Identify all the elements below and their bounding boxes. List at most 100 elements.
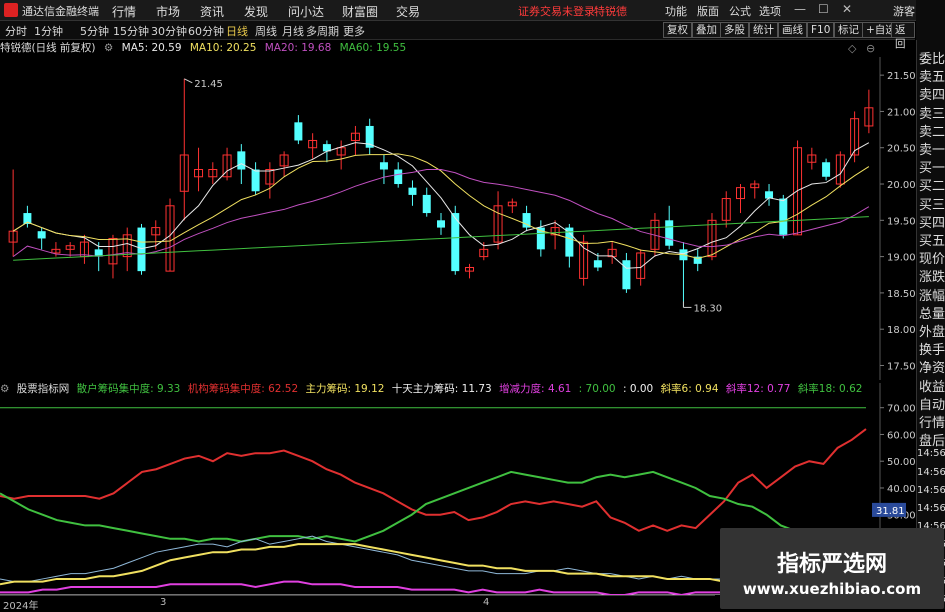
watermark: 指标严选网 www.xuezhibiao.com	[720, 528, 944, 609]
side-panel-item: 卖二	[919, 124, 945, 140]
side-panel-item: 买一	[919, 161, 945, 177]
price-tick-label: 18.50	[887, 289, 915, 300]
side-panel-item: 买四	[919, 215, 945, 231]
side-panel-item: 买二	[919, 179, 945, 195]
side-panel-item: 现价	[919, 252, 945, 268]
side-panel-item: 盘后	[919, 434, 945, 450]
menu-item-quotes[interactable]: 行情	[112, 3, 136, 20]
layout-button[interactable]: 版面	[697, 3, 719, 19]
price-tick-label: 21.50	[887, 71, 915, 82]
tab-monthly[interactable]: 月线	[282, 23, 304, 39]
quote-side-panel[interactable]: 委比 卖五 卖四 卖三 卖二 卖一 买一 买二 买三 买四 买五 现价 涨跌 涨幅 总量 外盘 换手 净资 收益 自动…	[916, 40, 945, 609]
side-panel-item: 行情	[919, 416, 945, 431]
login-status[interactable]: 证券交易未登录	[518, 3, 595, 19]
app-logo-icon	[4, 3, 18, 17]
stats-button[interactable]: 统计	[749, 22, 778, 38]
menu-item-market[interactable]: 市场	[156, 3, 180, 20]
zoom-out-icon[interactable]: ⊖	[866, 42, 875, 55]
menu-item-ask[interactable]: 问小达	[288, 3, 324, 20]
side-panel-item: 卖五	[919, 70, 945, 86]
price-tick-label: 17.50	[887, 361, 915, 372]
menu-item-trade[interactable]: 交易	[396, 3, 420, 20]
indicator-tick-label: 60.00	[887, 430, 915, 441]
candle-down	[408, 187, 417, 195]
tab-daily[interactable]: 日线	[226, 23, 248, 39]
tab-30min[interactable]: 30分钟	[151, 23, 187, 39]
price-tick-label: 20.50	[887, 144, 915, 155]
indicator-tick-label: 50.00	[887, 457, 915, 468]
tab-timeshare[interactable]: 分时	[5, 23, 27, 39]
menu-item-news[interactable]: 资讯	[200, 3, 224, 20]
top-menu-bar: 通达信金融终端 行情 市场 资讯 发现 问小达 财富圈 交易 证券交易未登录 特…	[0, 0, 945, 21]
options-button[interactable]: 选项	[759, 3, 781, 19]
tab-weekly[interactable]: 周线	[255, 23, 277, 39]
price-tick-label: 19.50	[887, 216, 915, 227]
settings-gear-icon[interactable]: ⚙	[104, 42, 113, 54]
indicator-tick-label: 70.00	[887, 404, 915, 415]
candle-down	[37, 231, 46, 239]
tab-15min[interactable]: 15分钟	[113, 23, 149, 39]
side-panel-item: 收益	[919, 379, 945, 395]
formula-button[interactable]: 公式	[729, 3, 751, 19]
price-tick-label: 18.00	[887, 325, 915, 336]
tab-60min[interactable]: 60分钟	[188, 23, 224, 39]
watermark-url: www.xuezhibiao.com	[742, 580, 922, 598]
side-panel-item: 卖四	[919, 88, 945, 104]
candle-down	[622, 260, 631, 290]
candle-down	[665, 220, 674, 246]
x-label-2024: 2024年	[3, 601, 39, 612]
candle-down	[237, 151, 246, 170]
price-tick-label: 20.00	[887, 180, 915, 191]
ma60-label: MA60: 19.55	[339, 42, 407, 54]
ma10-label: MA10: 20.25	[189, 42, 257, 54]
app-title: 通达信金融终端	[22, 5, 99, 18]
mark-button[interactable]: 标记	[834, 22, 863, 38]
side-panel-item: 卖三	[919, 106, 945, 122]
watermark-title: 指标严选网	[776, 552, 887, 577]
candle-down	[294, 122, 303, 141]
price-tick-label: 19.00	[887, 253, 915, 264]
candlestick-chart[interactable]: 21.50 21.00 20.50 20.00 19.50 19.00 18.50 18.00…	[0, 57, 915, 380]
tab-5min[interactable]: 5分钟	[80, 23, 109, 39]
ma5-label: MA5: 20.59	[121, 42, 182, 54]
price-tick-label: 21.00	[887, 107, 915, 118]
close-icon[interactable]: ✕	[842, 2, 852, 16]
diamond-icon[interactable]: ◇	[848, 42, 856, 55]
guest-label[interactable]: 游客	[893, 3, 915, 19]
back-button[interactable]: 返回	[891, 22, 915, 50]
f10-button[interactable]: F10	[807, 22, 835, 38]
side-panel-item: 涨跌	[919, 270, 945, 286]
function-button[interactable]: 功能	[665, 3, 687, 19]
side-panel-item: 自动	[919, 397, 945, 413]
indicator-tick-label: 40.00	[887, 484, 915, 495]
high-annotation: 21.45	[194, 79, 223, 90]
side-panel-item: 买五	[919, 234, 945, 249]
multi-stock-button[interactable]: 多股	[720, 22, 749, 38]
overlay-button[interactable]: 叠加	[692, 22, 721, 38]
side-panel-item: 买三	[919, 197, 945, 213]
side-panel-item: 净资	[919, 361, 945, 377]
tab-1min[interactable]: 1分钟	[34, 23, 63, 39]
side-panel-item: 换手	[919, 343, 945, 359]
period-toolbar: 分时 1分钟 5分钟 15分钟 30分钟 60分钟 日线 周线 月线 多周期 更…	[0, 21, 915, 50]
maximize-icon[interactable]: ☐	[818, 2, 829, 16]
candle-down	[137, 227, 146, 272]
minimize-icon[interactable]: —	[794, 2, 806, 16]
value-badge-text: 31.81	[876, 506, 905, 517]
menu-item-discover[interactable]: 发现	[244, 3, 268, 20]
candle-down	[593, 260, 602, 268]
tab-more[interactable]: 更多	[343, 23, 365, 39]
side-panel-item: 涨幅	[919, 288, 945, 304]
side-panel-item: 14:56	[917, 503, 945, 514]
side-panel-item: 14:56	[917, 466, 945, 478]
right-panel-top	[916, 0, 945, 40]
draw-line-button[interactable]: 画线	[778, 22, 807, 38]
candle-down	[379, 162, 388, 170]
tab-multi-period[interactable]: 多周期	[306, 23, 339, 39]
high-pointer	[184, 78, 193, 84]
candle-down	[437, 220, 445, 228]
adjust-button[interactable]: 复权	[663, 22, 692, 38]
menu-item-wealth[interactable]: 财富圈	[342, 3, 378, 20]
date-axis: 2024年 3 4	[0, 595, 715, 612]
x-label-3: 3	[160, 597, 167, 608]
